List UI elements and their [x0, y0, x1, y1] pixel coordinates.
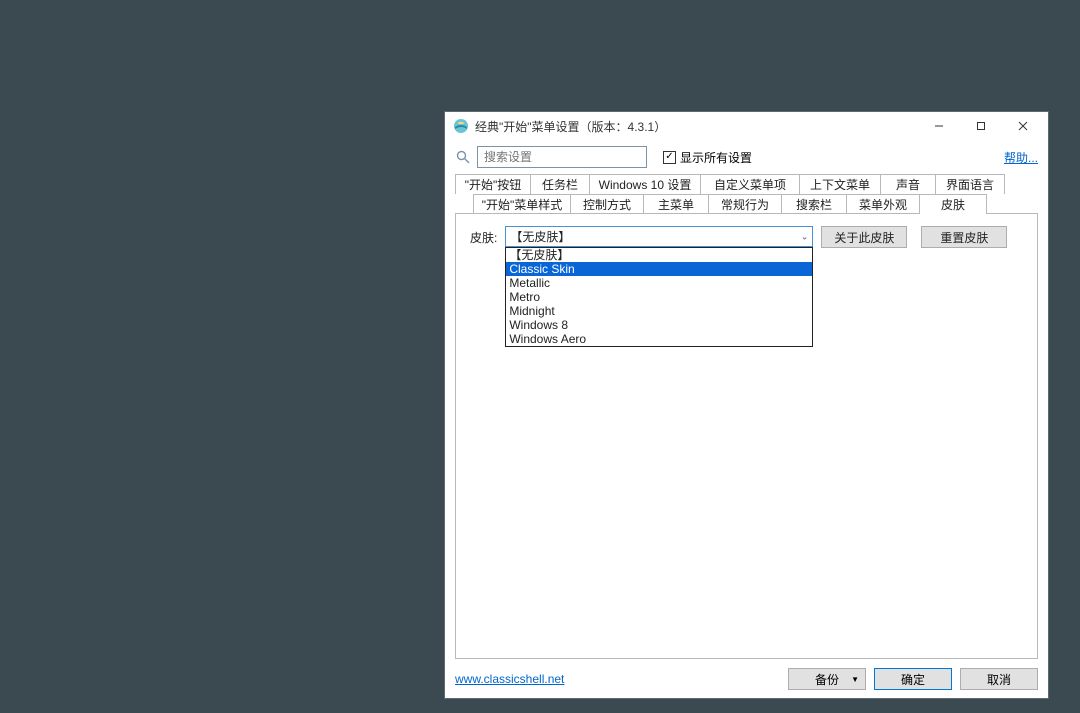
toolbar: ✓ 显示所有设置 帮助...	[445, 140, 1048, 174]
tab-taskbar[interactable]: 任务栏	[530, 174, 590, 194]
skin-label: 皮肤:	[470, 226, 497, 246]
tab-custom-menu[interactable]: 自定义菜单项	[700, 174, 800, 194]
reset-skin-button[interactable]: 重置皮肤	[921, 226, 1007, 248]
tab-search-box[interactable]: 搜索栏	[781, 194, 847, 214]
website-link[interactable]: www.classicshell.net	[455, 672, 564, 686]
skin-option-none[interactable]: 【无皮肤】	[506, 248, 812, 262]
tab-main-menu[interactable]: 主菜单	[643, 194, 709, 214]
help-link[interactable]: 帮助...	[1004, 149, 1038, 166]
close-button[interactable]	[1002, 112, 1044, 140]
show-all-checkbox[interactable]: ✓ 显示所有设置	[663, 149, 752, 166]
titlebar: 经典"开始"菜单设置（版本：4.3.1）	[445, 112, 1048, 140]
skin-option-metallic[interactable]: Metallic	[506, 276, 812, 290]
tab-sound[interactable]: 声音	[880, 174, 936, 194]
skin-option-win8[interactable]: Windows 8	[506, 318, 812, 332]
cancel-button[interactable]: 取消	[960, 668, 1038, 690]
skin-option-metro[interactable]: Metro	[506, 290, 812, 304]
panel-content: 皮肤: 【无皮肤】 ⌄ 【无皮肤】 Classic Skin Metallic …	[456, 214, 1037, 260]
tab-controls[interactable]: 控制方式	[570, 194, 644, 214]
app-icon	[453, 118, 469, 134]
skin-combobox[interactable]: 【无皮肤】 ⌄	[505, 226, 813, 247]
combo-value: 【无皮肤】	[510, 228, 570, 245]
skin-option-midnight[interactable]: Midnight	[506, 304, 812, 318]
content-area: "开始"按钮 任务栏 Windows 10 设置 自定义菜单项 上下文菜单 声音…	[445, 174, 1048, 660]
tabs-row-1: "开始"按钮 任务栏 Windows 10 设置 自定义菜单项 上下文菜单 声音…	[455, 174, 1038, 194]
ok-button[interactable]: 确定	[874, 668, 952, 690]
show-all-label: 显示所有设置	[680, 149, 752, 166]
tab-language[interactable]: 界面语言	[935, 174, 1005, 194]
search-icon	[455, 149, 471, 165]
tabs: "开始"按钮 任务栏 Windows 10 设置 自定义菜单项 上下文菜单 声音…	[445, 174, 1048, 214]
tab-win10-settings[interactable]: Windows 10 设置	[589, 174, 701, 194]
maximize-button[interactable]	[960, 112, 1002, 140]
skin-dropdown: 【无皮肤】 Classic Skin Metallic Metro Midnig…	[505, 247, 813, 347]
tab-general[interactable]: 常规行为	[708, 194, 782, 214]
backup-label: 备份	[815, 671, 839, 688]
skin-combo-wrap: 【无皮肤】 ⌄ 【无皮肤】 Classic Skin Metallic Metr…	[505, 226, 813, 247]
minimize-button[interactable]	[918, 112, 960, 140]
search-input[interactable]	[477, 146, 647, 168]
window-title: 经典"开始"菜单设置（版本：4.3.1）	[475, 118, 918, 135]
tab-menu-look[interactable]: 菜单外观	[846, 194, 920, 214]
tab-panel-skin: 皮肤: 【无皮肤】 ⌄ 【无皮肤】 Classic Skin Metallic …	[455, 213, 1038, 659]
tab-start-style[interactable]: "开始"菜单样式	[473, 194, 571, 214]
dropdown-arrow-icon: ▼	[851, 675, 859, 684]
window-controls	[918, 112, 1044, 140]
settings-window: 经典"开始"菜单设置（版本：4.3.1） ✓ 显示所有设置 帮助...	[444, 111, 1049, 699]
about-skin-button[interactable]: 关于此皮肤	[821, 226, 907, 248]
tab-context-menu[interactable]: 上下文菜单	[799, 174, 881, 194]
skin-option-classic[interactable]: Classic Skin	[506, 262, 812, 276]
tab-skin[interactable]: 皮肤	[919, 194, 987, 214]
skin-option-aero[interactable]: Windows Aero	[506, 332, 812, 346]
backup-button[interactable]: 备份 ▼	[788, 668, 866, 690]
chevron-down-icon: ⌄	[801, 231, 809, 242]
tabs-row-2: "开始"菜单样式 控制方式 主菜单 常规行为 搜索栏 菜单外观 皮肤	[455, 194, 1038, 214]
footer: www.classicshell.net 备份 ▼ 确定 取消	[445, 660, 1048, 698]
checkbox-icon: ✓	[663, 151, 676, 164]
tab-start-button[interactable]: "开始"按钮	[455, 174, 531, 194]
